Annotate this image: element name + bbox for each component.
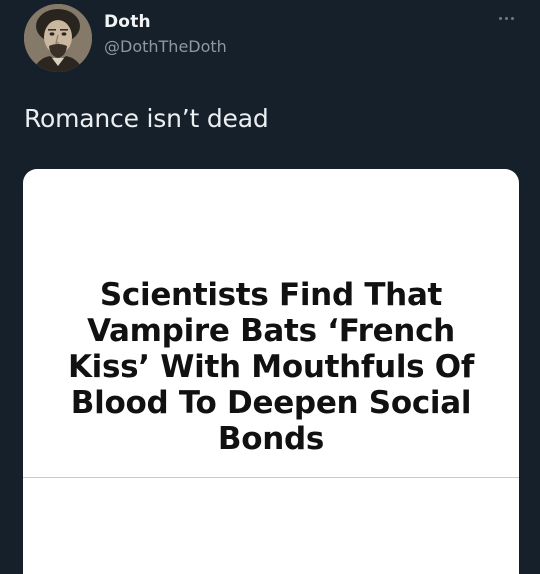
author-handle[interactable]: @DothTheDoth: [104, 37, 227, 56]
avatar[interactable]: [24, 4, 92, 72]
card-headline: Scientists Find That Vampire Bats ‘Frenc…: [67, 277, 475, 457]
card-divider: [23, 477, 519, 478]
more-horizontal-icon: [497, 16, 515, 20]
author-display-name[interactable]: Doth: [104, 12, 151, 32]
link-preview-card[interactable]: Scientists Find That Vampire Bats ‘Frenc…: [23, 169, 519, 574]
more-options-button[interactable]: [494, 8, 518, 28]
tweet: Doth @DothTheDoth Romance isn’t dead Sci…: [0, 0, 540, 574]
tweet-text: Romance isn’t dead: [24, 104, 269, 133]
avatar-portrait-icon: [24, 4, 92, 72]
